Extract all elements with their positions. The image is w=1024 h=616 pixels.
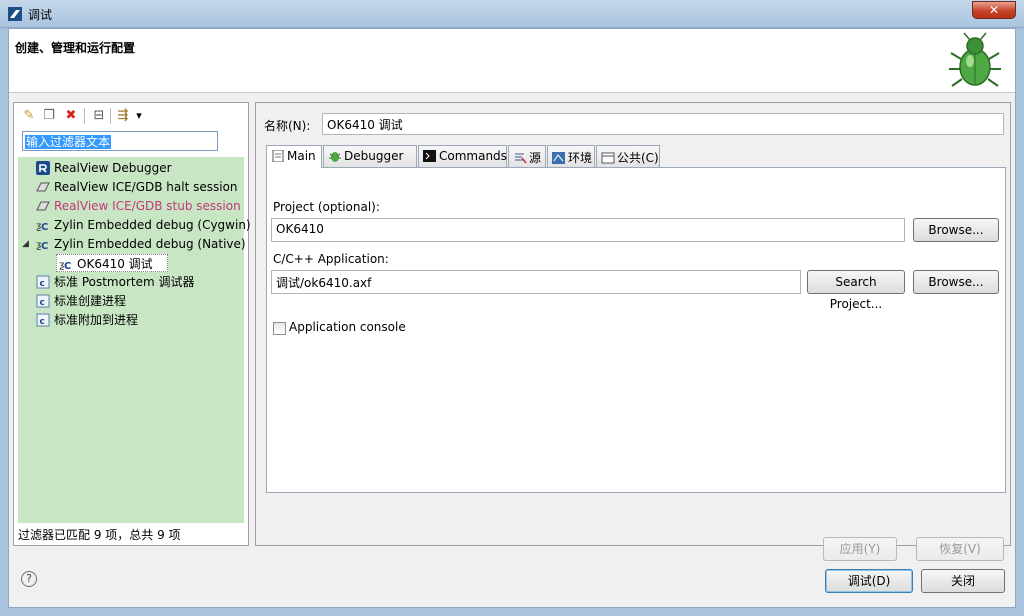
toolbar-separator — [110, 108, 111, 124]
filter-input[interactable]: 输入过滤器文本 — [22, 131, 218, 151]
config-editor-pane: 名称(N): OK6410 调试 Main Debugger Commands … — [255, 102, 1011, 561]
revert-button[interactable]: 恢复(V) — [916, 537, 1004, 561]
header-banner: 创建、管理和运行配置 — [9, 29, 1015, 93]
tab-label: 环境 — [568, 151, 593, 165]
tree-item-label: RealView ICE/GDB stub session — [54, 199, 241, 213]
realview-debugger-icon — [36, 161, 50, 175]
tree-item-label: Zylin Embedded debug (Cygwin) — [54, 218, 251, 232]
filter-status: 过滤器已匹配 9 项，总共 9 项 — [18, 528, 181, 542]
delete-icon[interactable]: ✖ — [62, 107, 80, 125]
common-tab-icon — [601, 152, 615, 164]
c-app-icon: c — [36, 294, 50, 308]
collapse-all-icon[interactable]: ⊟ — [90, 107, 108, 125]
help-icon[interactable]: ? — [21, 571, 37, 587]
config-toolbar: ✎ ❐ ✖ ⊟ ⇶ ▾ — [16, 105, 246, 127]
tab-source[interactable]: 源 — [508, 145, 546, 167]
new-config-icon[interactable]: ✎ — [20, 107, 38, 125]
application-console-label: Application console — [289, 320, 406, 334]
c-debug-icon: ƺC — [36, 221, 48, 232]
gdb-session-icon — [36, 201, 50, 211]
tab-environment[interactable]: 环境 — [547, 145, 595, 167]
close-button[interactable]: 关闭 — [921, 569, 1005, 593]
tab-label: Commands — [439, 149, 507, 163]
tab-label: Debugger — [344, 149, 404, 163]
tree-item-label: Zylin Embedded debug (Native) — [54, 237, 246, 251]
filter-input-text: 输入过滤器文本 — [25, 135, 112, 149]
c-debug-icon: ƺC — [59, 260, 71, 271]
banner-title: 创建、管理和运行配置 — [15, 41, 136, 55]
tab-debugger[interactable]: Debugger — [323, 145, 417, 167]
environment-tab-icon — [552, 152, 565, 164]
svg-text:c: c — [40, 317, 45, 327]
bug-icon — [949, 32, 1001, 87]
debug-button[interactable]: 调试(D) — [825, 569, 913, 593]
search-project-button[interactable]: Search Project... — [807, 270, 905, 311]
tree-item-label: RealView Debugger — [54, 161, 172, 175]
title-bar: 调试 ✕ — [0, 0, 1024, 28]
config-tree: RealView Debugger RealView ICE/GDB halt … — [18, 157, 251, 523]
tab-label: 源 — [529, 151, 542, 165]
tree-item-label: OK6410 调试 — [77, 257, 153, 271]
project-browse-button[interactable]: Browse... — [913, 218, 999, 242]
application-browse-button[interactable]: Browse... — [913, 270, 999, 294]
svg-text:C: C — [64, 261, 71, 271]
main-tab-icon — [272, 150, 284, 162]
tree-item-label: RealView ICE/GDB halt session — [54, 180, 238, 194]
eclipse-app-icon — [8, 7, 22, 21]
name-label: 名称(N): — [264, 119, 311, 133]
config-name-input[interactable]: OK6410 调试 — [322, 113, 1004, 135]
c-debug-icon: ƺC — [36, 240, 48, 251]
dialog-client: 创建、管理和运行配置 ✎ ❐ ✖ ⊟ ⇶ ▾ 输入过滤器文本 RealView … — [8, 28, 1016, 608]
debugger-tab-icon — [329, 152, 341, 162]
tab-main[interactable]: Main — [266, 145, 322, 168]
commands-tab-icon — [423, 150, 436, 162]
window-title: 调试 — [28, 8, 53, 22]
application-input[interactable]: 调试/ok6410.axf — [271, 270, 801, 294]
tab-label: 公共(C) — [617, 151, 659, 165]
close-icon: ✕ — [988, 3, 1000, 17]
project-label: Project (optional): — [273, 200, 380, 214]
tab-label: Main — [287, 149, 316, 163]
gdb-session-icon — [36, 182, 50, 192]
svg-text:c: c — [40, 279, 45, 289]
config-tabs: Main Debugger Commands 源 环境 公共(C) — [266, 145, 1006, 168]
expand-icon[interactable]: ◢ — [22, 235, 29, 253]
svg-text:C: C — [41, 222, 48, 232]
c-app-icon: c — [36, 313, 50, 327]
close-window-button[interactable]: ✕ — [972, 1, 1016, 19]
tree-item-label: 标准 Postmortem 调试器 — [54, 275, 195, 289]
main-tab-panel: Project (optional): OK6410 Browse... C/C… — [266, 167, 1006, 493]
tree-item-label: 标准附加到进程 — [54, 313, 139, 327]
tree-item-ok6410[interactable]: ƺC OK6410 调试 — [56, 254, 168, 272]
chevron-down-icon[interactable]: ▾ — [130, 107, 148, 125]
config-list-pane: ✎ ❐ ✖ ⊟ ⇶ ▾ 输入过滤器文本 RealView Debugger Re… — [13, 102, 251, 546]
duplicate-icon[interactable]: ❐ — [40, 107, 58, 125]
source-tab-icon — [515, 153, 527, 164]
svg-text:c: c — [40, 298, 45, 308]
apply-button[interactable]: 应用(Y) — [823, 537, 897, 561]
tab-common[interactable]: 公共(C) — [596, 145, 660, 167]
c-app-icon: c — [36, 275, 50, 289]
tab-commands[interactable]: Commands — [418, 145, 507, 167]
application-console-checkbox[interactable] — [273, 322, 286, 335]
application-label: C/C++ Application: — [273, 252, 389, 266]
toolbar-separator — [84, 108, 85, 124]
tree-item-label: 标准创建进程 — [54, 294, 127, 308]
project-input[interactable]: OK6410 — [271, 218, 905, 242]
svg-text:C: C — [41, 241, 48, 251]
